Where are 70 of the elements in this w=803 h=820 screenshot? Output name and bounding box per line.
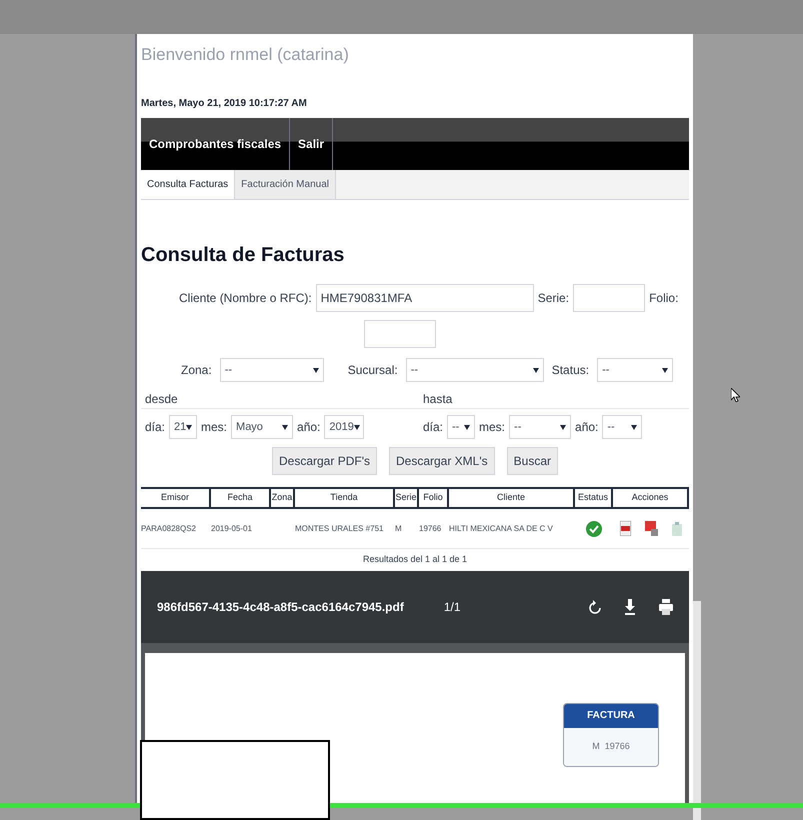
caret-icon [464,424,470,430]
column-header: Tienda [295,489,395,507]
date-select[interactable]: Mayo [231,415,294,439]
serie-field[interactable] [573,284,646,312]
column-header: Folio [419,489,449,507]
section-label: desde [144,391,179,408]
column-header: Serie [395,489,419,507]
date-label: mes: [479,419,506,436]
download-icon[interactable] [625,598,635,614]
table-cell-text: MONTES URALES #751 [295,522,384,534]
date-label: año: [297,419,320,436]
rotate-icon[interactable] [589,600,601,614]
table-cell-text: PARA0828QS2 [141,522,197,534]
column-header: Estatus [575,489,613,507]
status-select[interactable]: -- [597,358,674,382]
column-header: Acciones [613,489,689,507]
sub-tab[interactable]: Facturación Manual [235,170,336,199]
field-label: Sucursal: [348,362,398,379]
field-label: Status: [552,362,590,379]
badge-value: M 19766 [564,728,658,766]
zona-select[interactable]: -- [220,358,324,382]
date-select[interactable]: -- [602,415,642,439]
date-label: mes: [201,419,228,436]
badge-title: FACTURA [564,704,658,728]
file-name: 986fd567-4135-4c48-a8f5-cac6164c7945.pdf [157,598,404,616]
date-label: día: [145,419,166,436]
column-header: Emisor [141,489,211,507]
table-cell-text: 19766 [419,522,442,534]
caret-icon [532,368,539,372]
folio-field[interactable] [364,320,436,348]
column-header: Fecha [211,489,271,507]
date-select[interactable]: -- [447,415,476,439]
client-field[interactable]: HME790831MFA [316,284,534,312]
caret-icon [662,368,668,372]
date-select[interactable]: -- [509,415,572,439]
caret-icon [354,424,360,430]
caret-icon [560,424,566,430]
print-icon[interactable] [659,598,673,614]
page-heading: Consulta de Facturas [141,243,346,268]
field-label: Serie: [538,290,570,307]
clipboard-icon[interactable] [672,522,682,536]
action-button[interactable]: Buscar [506,447,558,475]
pdf-file-icon[interactable] [620,521,631,536]
table-cell-text: HILTI MEXICANA SA DE C V [449,522,554,534]
sub-tab[interactable]: Consulta Facturas [141,170,236,199]
results-text: Resultados del 1 al 1 de 1 [362,553,468,566]
date-select[interactable]: 21 [169,415,198,439]
field-label: Cliente (Nombre o RFC): [179,290,312,307]
date-label: día: [423,419,444,436]
mouse-cursor-icon [731,388,740,402]
section-label: hasta [423,391,452,408]
caret-icon [631,424,638,430]
xml-file-icon[interactable] [645,521,658,536]
page-count: 1/1 [444,598,461,616]
table-cell-text: 2019-05-01 [211,522,253,534]
sucursal-select[interactable]: -- [406,358,544,382]
field-label: Zona: [181,362,212,379]
caret-icon [186,424,192,430]
column-header: Zona [271,489,295,507]
caret-icon [282,424,288,430]
date-text: Martes, Mayo 21, 2019 10:17:27 AM [141,97,308,110]
caret-icon [312,368,319,372]
field-label: Folio: [649,290,678,307]
welcome-text: Bienvenido rnmel (catarina) [141,44,350,66]
column-header: Cliente [449,489,575,507]
table-cell-text: M [395,522,403,534]
action-button[interactable]: Descargar XML's [388,447,495,475]
date-label: año: [575,419,598,436]
date-select[interactable]: 2019 [324,415,364,439]
action-button[interactable]: Descargar PDF's [272,447,377,475]
